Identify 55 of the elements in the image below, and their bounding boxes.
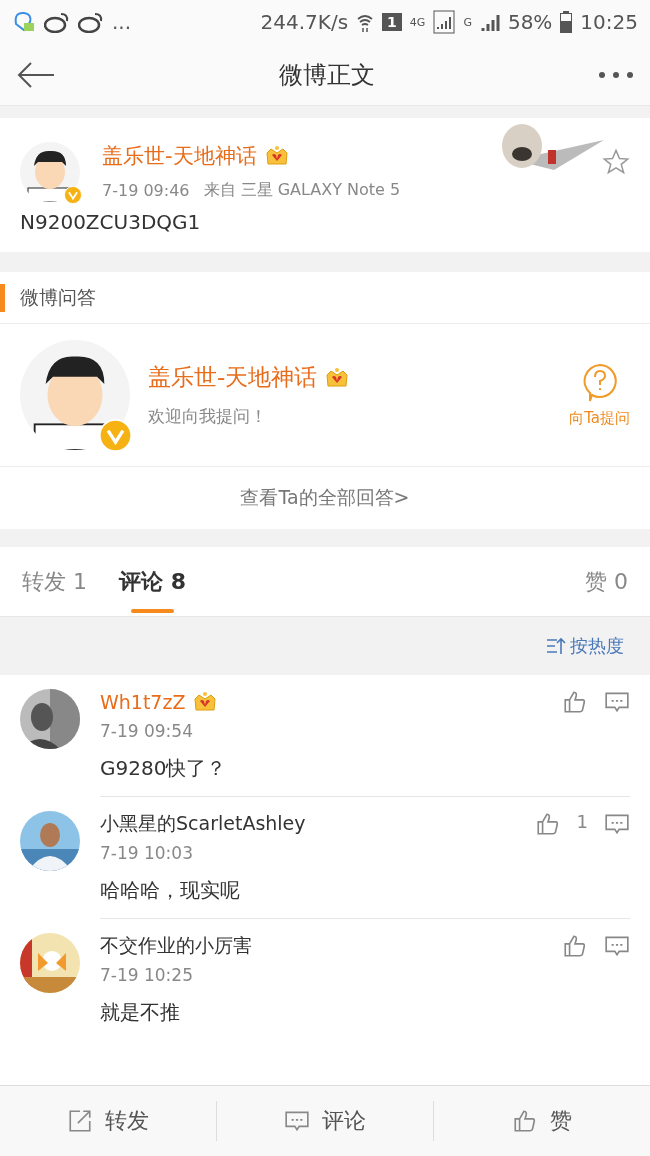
crown-icon	[325, 366, 350, 389]
accent-bar	[0, 284, 5, 312]
question-icon	[581, 362, 618, 403]
sim-number: 1	[382, 13, 402, 31]
network-type: 4G	[409, 15, 426, 29]
favorite-star-icon[interactable]	[602, 148, 630, 176]
view-all-answers-link[interactable]: 查看Ta的全部回答>	[0, 467, 650, 529]
post-text: N9200ZCU3DQG1	[19, 210, 202, 236]
more-notifications: ...	[112, 10, 132, 34]
comment-text: 就是不推	[100, 999, 181, 1026]
author-name[interactable]: 盖乐世-天地神话	[102, 142, 257, 170]
battery-icon	[560, 11, 573, 33]
comment-time: 7-19 09:54	[100, 721, 194, 741]
like-count: 1	[576, 811, 588, 832]
more-options-icon[interactable]	[598, 69, 634, 80]
commenter-name[interactable]: 不交作业的小厉害	[100, 933, 252, 959]
crown-icon	[264, 145, 289, 167]
chat-app-icon	[12, 10, 36, 34]
likes-count[interactable]: 赞 0	[585, 546, 628, 617]
thumbs-up-icon[interactable]	[512, 1108, 538, 1134]
commenter-name[interactable]: 小黑星的ScarletAshley	[100, 811, 306, 837]
weibo-icon	[44, 11, 70, 33]
back-arrow-icon[interactable]	[16, 59, 56, 90]
greeting-text: 欢迎向我提问！	[148, 405, 268, 428]
page-title: 微博正文	[278, 59, 376, 91]
author-name[interactable]: 盖乐世-天地神话	[148, 362, 318, 393]
comment-button[interactable]: 评论	[216, 1101, 433, 1141]
post-time: 7-19 09:46	[102, 181, 190, 200]
share-button[interactable]: 转发	[0, 1101, 216, 1141]
sort-icon	[546, 637, 566, 655]
commenter-name[interactable]: Wh1t7zZ	[100, 691, 186, 713]
tab[interactable]: 转发 1	[22, 546, 87, 617]
clock: 10:25	[580, 10, 638, 34]
network-type: G	[463, 15, 472, 29]
crown-icon	[193, 691, 218, 713]
like-button[interactable]: 赞	[433, 1101, 650, 1141]
verified-badge-icon	[99, 419, 132, 452]
network-speed: 244.7K/s	[260, 10, 349, 34]
ask-question-button[interactable]: 向Ta提问	[569, 362, 630, 428]
comment-time: 7-19 10:25	[100, 965, 194, 985]
section-title: 微博问答	[20, 284, 96, 310]
tab[interactable]: 评论 8	[119, 546, 186, 617]
battery-percent: 58%	[507, 10, 553, 34]
comment-text: G9280快了？	[100, 755, 228, 782]
post-source: 来自 三星 GALAXY Note 5	[203, 180, 401, 201]
share-icon	[67, 1108, 93, 1134]
signal-icon	[433, 10, 456, 34]
verified-badge-icon	[64, 186, 82, 204]
weibo-icon	[78, 11, 104, 33]
comment-text: 哈哈哈，现实呢	[100, 877, 241, 904]
comment-time: 7-19 10:03	[100, 843, 194, 863]
thumbs-up-icon[interactable]	[562, 689, 588, 715]
sort-button[interactable]: 按热度	[540, 633, 630, 659]
thumbs-up-icon[interactable]	[562, 933, 588, 959]
thumbs-up-icon[interactable]	[534, 811, 561, 837]
